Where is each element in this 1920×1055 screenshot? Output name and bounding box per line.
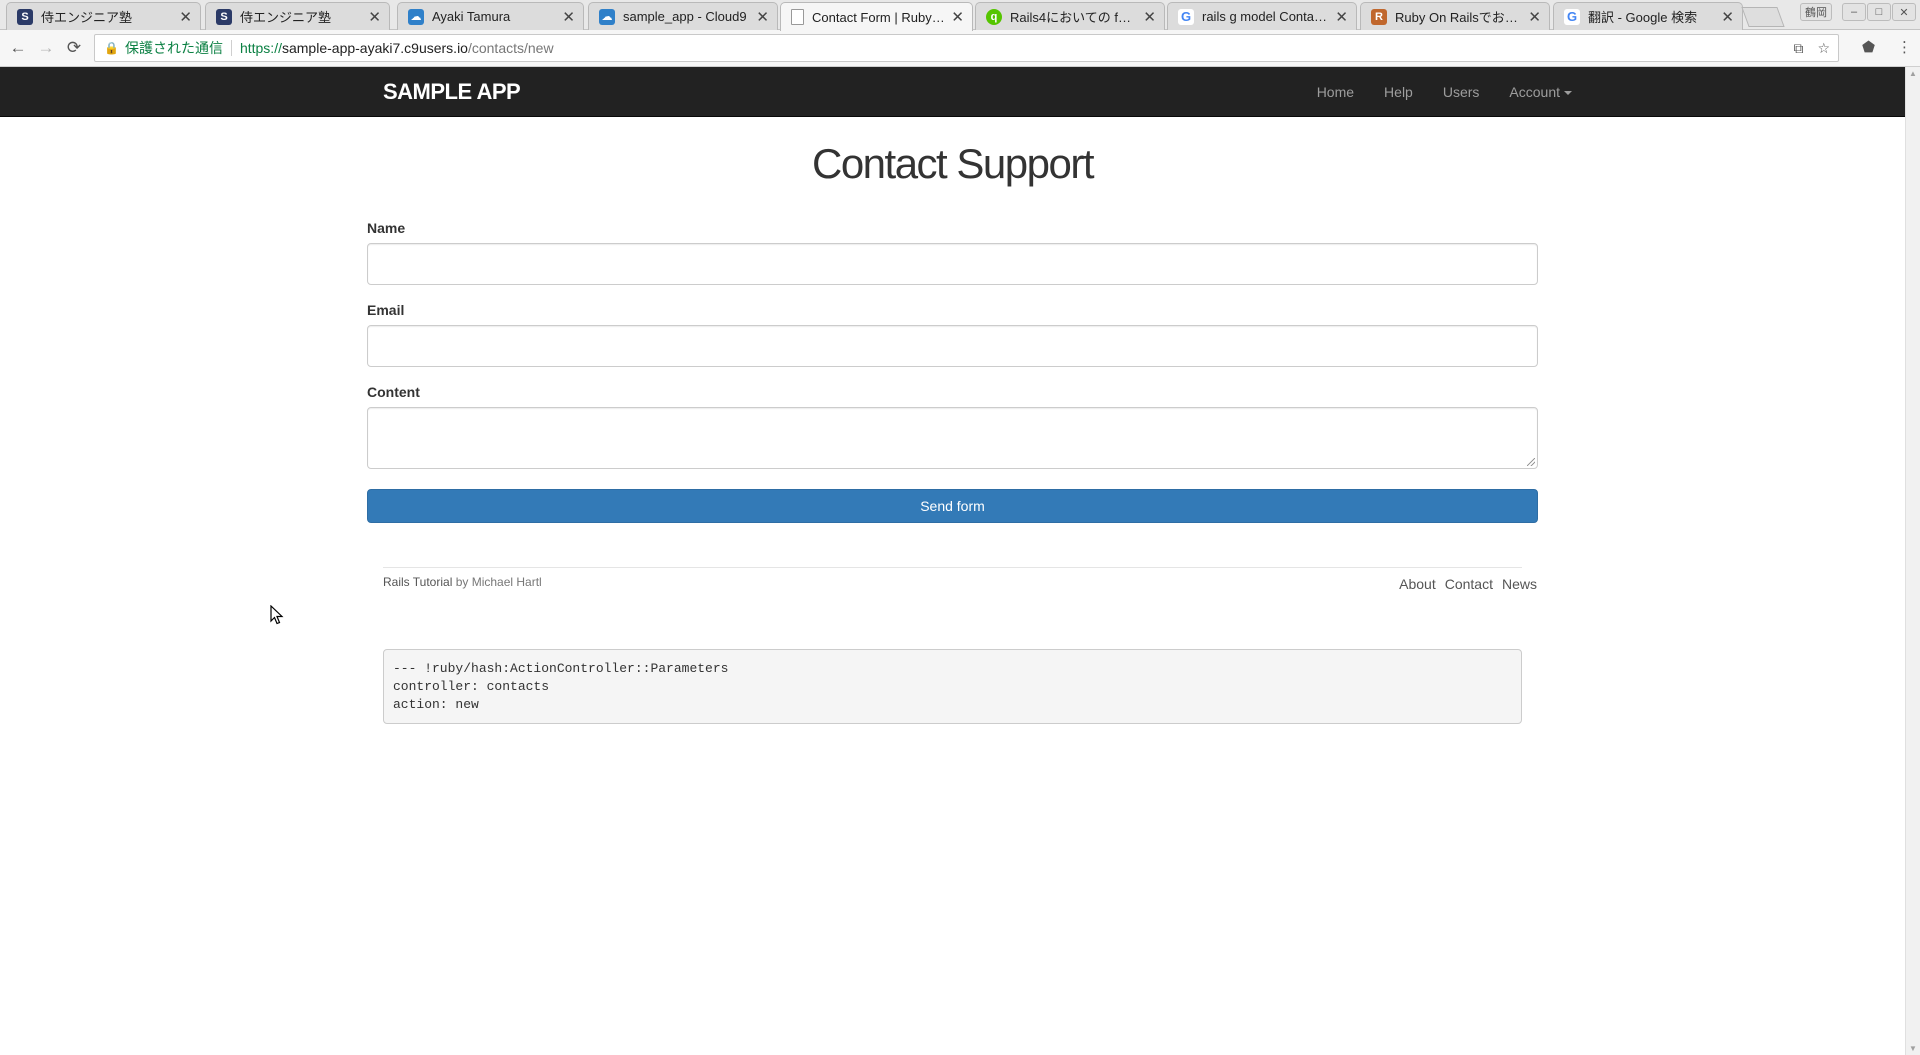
footer-by-text: by xyxy=(452,575,472,589)
browser-tab[interactable]: ☁ Ayaki Tamura ✕ xyxy=(397,2,584,30)
vertical-scrollbar[interactable]: ▲ ▼ xyxy=(1905,67,1920,1055)
close-icon[interactable]: ✕ xyxy=(562,8,575,26)
url-path: /contacts/new xyxy=(467,40,554,56)
close-window-icon[interactable]: ✕ xyxy=(1892,3,1916,21)
nav-users[interactable]: Users xyxy=(1443,84,1480,100)
name-field[interactable] xyxy=(367,243,1538,285)
browser-toolbar: ← → ⟳ 🔒 保護された通信 https:// sample-app-ayak… xyxy=(0,30,1920,67)
rails-tutorial-link[interactable]: Rails Tutorial xyxy=(383,575,452,589)
footer-links: About Contact News xyxy=(1399,576,1537,592)
close-icon[interactable]: ✕ xyxy=(756,8,769,26)
close-icon[interactable]: ✕ xyxy=(368,8,381,26)
google-favicon-icon: G xyxy=(1564,8,1580,25)
content-textarea[interactable] xyxy=(367,407,1538,469)
close-icon[interactable]: ✕ xyxy=(1143,8,1156,26)
debug-line: action: new xyxy=(393,697,479,712)
tab-title: Ruby On Railsでお問合せ xyxy=(1395,10,1522,25)
browser-tab[interactable]: S 侍エンジニア塾 ✕ xyxy=(205,2,390,30)
tab-title: rails g model Contact - Google xyxy=(1202,9,1329,24)
footer-divider xyxy=(383,567,1522,568)
tab-title: Ayaki Tamura xyxy=(432,9,511,24)
browser-tab[interactable]: G rails g model Contact - Google ✕ xyxy=(1167,2,1357,30)
close-icon[interactable]: ✕ xyxy=(1721,8,1734,26)
url-host: sample-app-ayaki7.c9users.io xyxy=(281,40,468,56)
tab-title: sample_app - Cloud9 xyxy=(623,9,747,24)
name-label: Name xyxy=(367,220,406,236)
nav-links: Home Help Users Account xyxy=(1317,67,1572,117)
page-favicon-icon xyxy=(791,9,804,25)
cloud9-favicon-icon: ☁ xyxy=(599,8,615,25)
extension-icon[interactable]: ⬟ xyxy=(1862,38,1875,56)
tab-title: 侍エンジニア塾 xyxy=(240,10,332,25)
browser-tab[interactable]: R Ruby On Railsでお問合せ ✕ xyxy=(1360,2,1550,30)
nav-help[interactable]: Help xyxy=(1384,84,1413,100)
address-bar[interactable]: 🔒 保護された通信 https:// sample-app-ayaki7.c9u… xyxy=(94,34,1839,62)
divider xyxy=(230,40,232,56)
browser-tab[interactable]: G 翻訳 - Google 検索 ✕ xyxy=(1553,2,1743,30)
page-title: Contact Support xyxy=(811,140,1095,187)
debug-line: --- !ruby/hash:ActionController::Paramet… xyxy=(393,661,729,676)
cloud9-favicon-icon: ☁ xyxy=(408,8,424,25)
close-icon[interactable]: ✕ xyxy=(179,8,192,26)
url-scheme: https:// xyxy=(239,40,282,56)
close-icon[interactable]: ✕ xyxy=(1528,8,1541,26)
nav-account-dropdown[interactable]: Account xyxy=(1509,84,1572,100)
footer-news-link[interactable]: News xyxy=(1502,576,1537,592)
resize-grip-icon[interactable] xyxy=(1527,458,1535,466)
google-favicon-icon: G xyxy=(1178,8,1194,25)
scroll-down-icon[interactable]: ▼ xyxy=(1909,1044,1917,1053)
app-logo[interactable]: SAMPLE APP xyxy=(383,79,521,105)
browser-tab-active[interactable]: Contact Form | Ruby on Rails Tutorial ✕ xyxy=(780,2,973,31)
tab-title: 侍エンジニア塾 xyxy=(41,10,133,25)
menu-icon[interactable]: ⋮ xyxy=(1897,38,1912,56)
tab-title: Rails4においての form_for xyxy=(1010,10,1137,25)
send-form-button[interactable]: Send form xyxy=(367,489,1538,523)
email-label: Email xyxy=(367,302,405,318)
footer-about-link[interactable]: About xyxy=(1399,576,1436,592)
new-tab-button[interactable] xyxy=(1741,7,1785,27)
translate-icon[interactable]: ⧉ xyxy=(1793,40,1803,57)
forward-icon[interactable]: → xyxy=(36,38,56,58)
mouse-cursor-icon xyxy=(270,605,284,625)
footer-credit: Rails Tutorial by Michael Hartl xyxy=(383,575,542,589)
lock-icon[interactable]: 🔒 xyxy=(104,41,119,55)
minimize-icon[interactable]: – xyxy=(1842,3,1866,21)
content-label: Content xyxy=(367,384,420,400)
close-icon[interactable]: ✕ xyxy=(1335,8,1348,26)
browser-tab[interactable]: q Rails4においての form_for ✕ xyxy=(975,2,1165,30)
scroll-up-icon[interactable]: ▲ xyxy=(1909,69,1917,78)
footer-contact-link[interactable]: Contact xyxy=(1445,576,1493,592)
qiita-favicon-icon: q xyxy=(986,8,1002,25)
back-icon[interactable]: ← xyxy=(8,38,28,58)
secure-label[interactable]: 保護された通信 xyxy=(125,38,223,58)
profile-badge[interactable]: 鶴岡 xyxy=(1800,3,1832,21)
tab-title: 翻訳 - Google 検索 xyxy=(1588,10,1698,25)
debug-line: controller: contacts xyxy=(393,679,550,694)
app-navbar: SAMPLE APP Home Help Users Account xyxy=(0,67,1905,117)
maximize-icon[interactable]: □ xyxy=(1867,3,1891,21)
tab-strip: S 侍エンジニア塾 ✕ S 侍エンジニア塾 ✕ ☁ Ayaki Tamura ✕… xyxy=(0,0,1920,31)
browser-tab[interactable]: S 侍エンジニア塾 ✕ xyxy=(6,2,201,30)
nav-account-label: Account xyxy=(1509,84,1560,100)
browser-tab[interactable]: ☁ sample_app - Cloud9 ✕ xyxy=(588,2,778,30)
debug-params: --- !ruby/hash:ActionController::Paramet… xyxy=(383,649,1522,724)
caret-down-icon xyxy=(1564,91,1572,96)
site-favicon-icon: R xyxy=(1371,8,1387,25)
author-link[interactable]: Michael Hartl xyxy=(472,575,542,589)
nav-home[interactable]: Home xyxy=(1317,84,1354,100)
tab-title: Contact Form | Ruby on Rails Tutorial xyxy=(812,9,945,25)
samurai-favicon-icon: S xyxy=(216,8,232,25)
close-icon[interactable]: ✕ xyxy=(951,8,964,26)
email-field[interactable] xyxy=(367,325,1538,367)
samurai-favicon-icon: S xyxy=(17,8,33,25)
reload-icon[interactable]: ⟳ xyxy=(64,38,84,58)
bookmark-star-icon[interactable]: ☆ xyxy=(1817,40,1830,57)
